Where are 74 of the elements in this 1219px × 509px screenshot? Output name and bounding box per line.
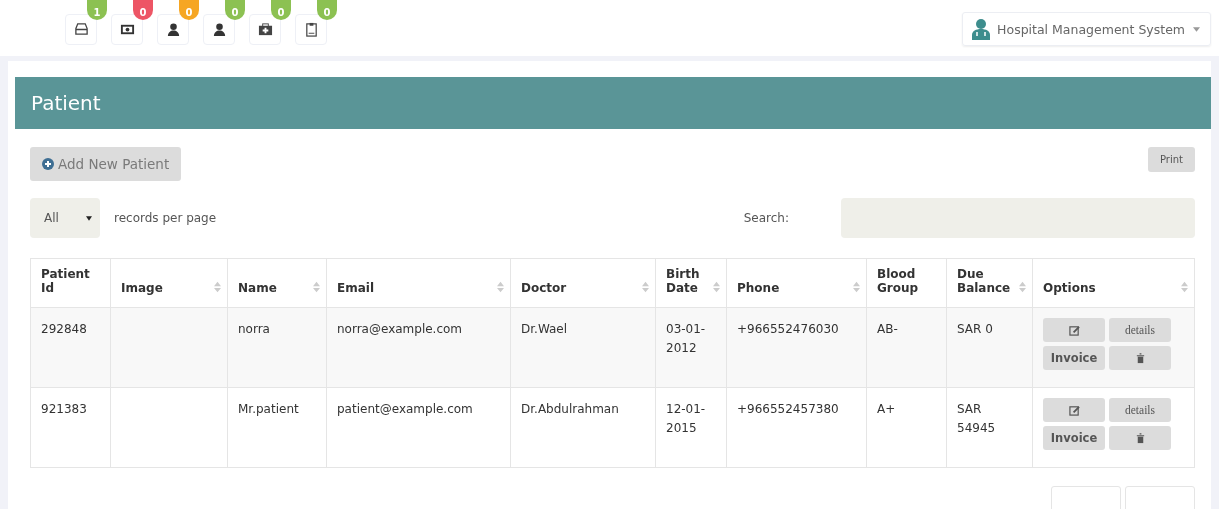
user-menu[interactable]: Hospital Management System [962,12,1211,46]
toolbar-button[interactable] [203,14,235,45]
invoice-button[interactable]: Invoice [1043,426,1105,450]
sort-icon [713,281,720,293]
column-header[interactable]: Phone [726,258,867,308]
sort-icon [642,281,649,293]
page-length-select[interactable]: All [30,198,100,238]
column-header[interactable]: Options [1032,258,1195,308]
count-badge: 1 [87,0,107,20]
count-badge: 0 [179,0,199,20]
clipboard-icon [303,22,319,37]
edit-button[interactable] [1043,318,1105,342]
table-cell: 12-01-2015 [655,387,727,468]
toolbar-button[interactable] [249,14,281,45]
sort-icon [1019,281,1026,293]
banknote-icon [119,22,135,37]
edit-icon [1068,324,1080,336]
count-badge: 0 [133,0,153,20]
column-header[interactable]: Name [227,258,327,308]
column-header[interactable]: Doctor [510,258,656,308]
count-badge: 0 [225,0,245,20]
table-cell: 03-01-2012 [655,307,727,388]
user-name: Hospital Management System [997,21,1185,37]
sort-icon [853,281,860,293]
table-cell: Dr.Abdulrahman [510,387,656,468]
count-badge: 0 [317,0,337,20]
table-cell: A+ [866,387,947,468]
page-length-label: records per page [114,211,217,225]
print-button[interactable]: Print [1148,147,1195,172]
person-icon [165,22,181,37]
caret-icon [86,215,92,221]
sort-icon [1181,281,1188,293]
column-header[interactable]: Blood Group [866,258,947,308]
column-header[interactable]: Birth Date [655,258,727,308]
toolbar-button[interactable] [157,14,189,45]
details-button[interactable]: details [1109,398,1171,422]
details-button[interactable]: details [1109,318,1171,342]
medical-kit-icon [257,22,273,37]
delete-button[interactable] [1109,346,1171,370]
table-cell: 292848 [30,307,111,388]
toolbar-button[interactable] [111,14,143,45]
table-cell: Dr.Wael [510,307,656,388]
count-badge: 0 [271,0,291,20]
sort-icon [313,281,320,293]
table-cell: SAR 54945 [946,387,1033,468]
doctor-icon [971,18,992,40]
panel-title: Patient [31,91,101,115]
inbox-icon [73,22,89,37]
table-cell: +966552457380 [726,387,867,468]
sort-icon [214,281,221,293]
table-cell: SAR 0 [946,307,1033,388]
table-cell: norra [227,307,327,388]
table-cell: AB- [866,307,947,388]
search-label: Search: [743,211,789,225]
person-icon [211,22,227,37]
edit-icon [1068,404,1080,416]
table-cell: Mr.patient [227,387,327,468]
column-header[interactable]: Patient Id [30,258,111,308]
table-cell: norra@example.com [326,307,511,388]
trash-icon [1134,352,1146,364]
sort-icon [497,281,504,293]
table-cell: patient@example.com [326,387,511,468]
column-header[interactable]: Image [110,258,228,308]
column-header[interactable]: Due Balance [946,258,1033,308]
invoice-button[interactable]: Invoice [1043,346,1105,370]
table-cell: +966552476030 [726,307,867,388]
edit-button[interactable] [1043,398,1105,422]
caret-icon [1193,26,1200,32]
table-cell: 921383 [30,387,111,468]
plus-icon [42,158,54,170]
delete-button[interactable] [1109,426,1171,450]
toolbar-button[interactable] [295,14,327,45]
column-header[interactable]: Email [326,258,511,308]
trash-icon [1134,432,1146,444]
